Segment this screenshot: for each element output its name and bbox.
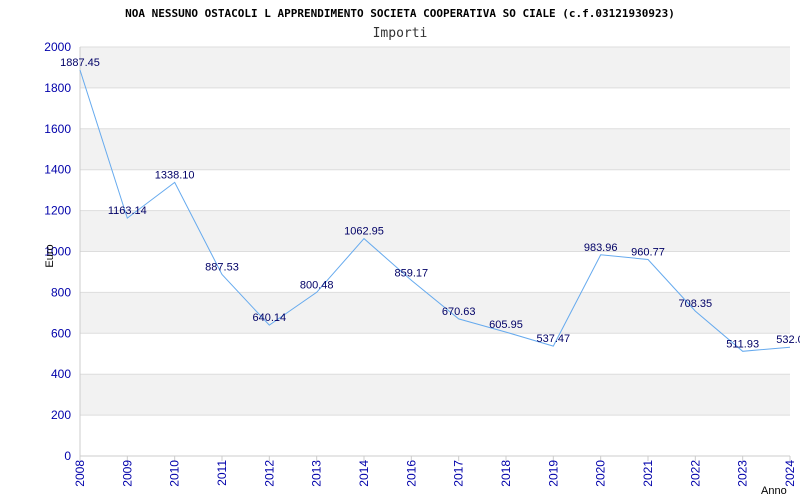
x-tick-label: 2020 — [594, 460, 608, 487]
data-label: 1338.10 — [155, 169, 195, 181]
y-tick-label: 1400 — [44, 163, 71, 177]
data-label: 532.0 — [776, 334, 800, 346]
data-label: 511.93 — [726, 338, 759, 350]
x-tick-label: 2021 — [641, 460, 655, 487]
grid-band — [80, 374, 790, 416]
data-label: 859.17 — [395, 267, 429, 279]
y-axis-title: Euro — [44, 244, 56, 267]
x-tick-label: 2010 — [168, 460, 182, 487]
chart-title: NOA NESSUNO OSTACOLI L APPRENDIMENTO SOC… — [125, 7, 675, 20]
y-tick-label: 1800 — [44, 81, 71, 95]
data-label: 1163.14 — [108, 205, 147, 217]
data-label: 605.95 — [489, 319, 523, 331]
data-label: 1062.95 — [344, 226, 384, 238]
y-tick-label: 800 — [51, 285, 71, 299]
data-label: 983.96 — [584, 242, 618, 254]
data-label: 537.47 — [537, 333, 571, 345]
y-tick-label: 2000 — [44, 40, 71, 54]
x-axis-title: Anno — [761, 485, 787, 497]
grid-band — [80, 128, 790, 170]
grid-band — [80, 210, 790, 252]
x-tick-label: 2017 — [452, 460, 466, 487]
x-axis-ticks: 2008 2009 2010 2011 2012 2013 2014 2016 2017 2018… — [73, 456, 797, 487]
x-tick-label: 2014 — [357, 460, 371, 487]
x-tick-label: 2024 — [783, 460, 797, 487]
data-label: 1887.45 — [60, 57, 100, 69]
line-chart: NOA NESSUNO OSTACOLI L APPRENDIMENTO SOC… — [44, 7, 800, 497]
y-tick-label: 600 — [51, 326, 71, 340]
data-label: 887.53 — [205, 262, 239, 274]
y-tick-label: 200 — [51, 408, 71, 422]
x-tick-label: 2019 — [546, 460, 560, 487]
x-tick-label: 2008 — [73, 460, 87, 487]
data-label: 800.48 — [300, 279, 334, 291]
y-tick-label: 1200 — [44, 204, 71, 218]
y-tick-label: 400 — [51, 367, 71, 381]
x-tick-label: 2023 — [736, 460, 750, 487]
grid-bands — [80, 47, 790, 416]
data-label: 960.77 — [631, 247, 665, 259]
data-label: 670.63 — [442, 306, 476, 318]
x-tick-label: 2011 — [215, 460, 229, 486]
grid-band — [80, 47, 790, 88]
x-tick-label: 2016 — [404, 460, 418, 487]
y-tick-label: 1600 — [44, 122, 71, 136]
data-label: 640.14 — [253, 312, 287, 324]
x-tick-label: 2012 — [262, 460, 276, 487]
chart-subtitle: Importi — [373, 26, 428, 41]
data-label: 708.35 — [679, 298, 713, 310]
x-tick-label: 2013 — [310, 460, 324, 487]
x-tick-label: 2009 — [120, 460, 134, 487]
x-tick-label: 2022 — [688, 460, 702, 487]
y-tick-label: 0 — [64, 449, 71, 463]
x-tick-label: 2018 — [499, 460, 513, 487]
